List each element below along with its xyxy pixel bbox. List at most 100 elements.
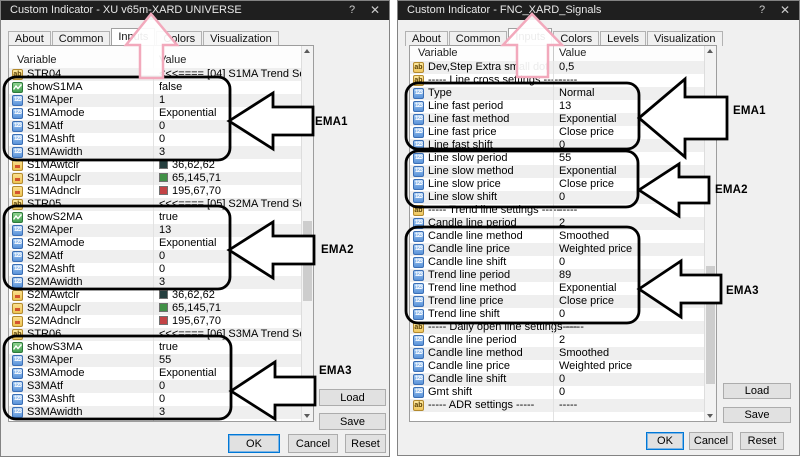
table-row[interactable]: 123 Candle line price Weighted price bbox=[410, 360, 704, 373]
column-header-variable: Variable bbox=[418, 47, 458, 59]
color-icon bbox=[12, 303, 23, 314]
table-row[interactable]: ab STR04 <<<==== [04] S1MA Trend Settings … bbox=[9, 68, 301, 81]
help-button[interactable]: ? bbox=[751, 1, 773, 20]
table-row[interactable]: 123 Trend line price Close price bbox=[410, 295, 704, 308]
table-row[interactable]: 123 Line fast period 13 bbox=[410, 100, 704, 113]
number-icon: 123 bbox=[12, 407, 23, 418]
table-row[interactable]: 123 S2MAshft 0 bbox=[9, 263, 301, 276]
table-row[interactable]: 123 Candle line shift 0 bbox=[410, 256, 704, 269]
table-row[interactable]: 123 Trend line period 89 bbox=[410, 269, 704, 282]
param-name: showS2MA bbox=[27, 211, 83, 223]
scrollbar-thumb[interactable] bbox=[706, 266, 715, 384]
table-row[interactable]: S2MAwtclr 36,62,62 bbox=[9, 289, 301, 302]
table-row[interactable]: 123 S3MAmode Exponential bbox=[9, 367, 301, 380]
table-row[interactable]: S1MAwtclr 36,62,62 bbox=[9, 159, 301, 172]
tab-colors[interactable]: Colors bbox=[553, 31, 600, 46]
tab-levels[interactable]: Levels bbox=[600, 31, 646, 46]
cancel-button[interactable]: Cancel bbox=[288, 434, 338, 453]
tab-colors[interactable]: Colors bbox=[156, 31, 203, 46]
table-row[interactable] bbox=[410, 412, 704, 421]
table-row[interactable]: 123 Candle line shift 0 bbox=[410, 373, 704, 386]
tab-visualization[interactable]: Visualization bbox=[203, 31, 279, 46]
table-row[interactable]: 123 S1MAper 1 bbox=[9, 94, 301, 107]
table-row[interactable]: 123 Line fast price Close price bbox=[410, 126, 704, 139]
scrollbar-thumb[interactable] bbox=[303, 221, 312, 301]
close-icon[interactable]: ✕ bbox=[774, 1, 796, 20]
table-row[interactable]: 123 S3MAshft 0 bbox=[9, 393, 301, 406]
table-row[interactable]: 123 Candle line period 2 bbox=[410, 334, 704, 347]
number-icon: 123 bbox=[413, 140, 424, 151]
ok-button[interactable]: OK bbox=[228, 434, 280, 453]
title-bar[interactable]: Custom Indicator - FNC_XARD_Signals ? ✕ bbox=[398, 1, 799, 20]
vertical-scrollbar[interactable] bbox=[301, 46, 313, 421]
tab-common[interactable]: Common bbox=[448, 31, 508, 46]
tab-common[interactable]: Common bbox=[51, 31, 111, 46]
table-row[interactable]: 123 S2MAtf 0 bbox=[9, 250, 301, 263]
table-row[interactable]: 123 Candle line period 2 bbox=[410, 217, 704, 230]
table-row[interactable]: ab ----- Trend line settings ----- ----- bbox=[410, 204, 704, 217]
table-row[interactable]: showS1MA false bbox=[9, 81, 301, 94]
tab-about[interactable]: About bbox=[405, 31, 448, 46]
table-row[interactable]: 123 Line slow price Close price bbox=[410, 178, 704, 191]
scroll-up-icon[interactable] bbox=[302, 46, 313, 57]
load-button[interactable]: Load bbox=[723, 383, 791, 399]
save-button[interactable]: Save bbox=[723, 407, 791, 423]
table-row[interactable]: 123 S1MAwidth 3 bbox=[9, 146, 301, 159]
scroll-down-icon[interactable] bbox=[705, 410, 716, 421]
table-row[interactable]: 123 S3MAper 55 bbox=[9, 354, 301, 367]
table-row[interactable]: S2MAupclr 65,145,71 bbox=[9, 302, 301, 315]
number-icon: 123 bbox=[413, 348, 424, 359]
table-row[interactable]: 123 Line slow shift 0 bbox=[410, 191, 704, 204]
table-row[interactable]: 123 Line slow period 55 bbox=[410, 152, 704, 165]
save-button[interactable]: Save bbox=[319, 413, 386, 430]
table-row[interactable]: S1MAupclr 65,145,71 bbox=[9, 172, 301, 185]
param-name: Candle line method bbox=[428, 230, 523, 242]
table-row[interactable]: 123 Trend line method Exponential bbox=[410, 282, 704, 295]
title-bar[interactable]: Custom Indicator - XU v65m-XARD UNIVERSE… bbox=[1, 1, 389, 20]
scroll-down-icon[interactable] bbox=[302, 410, 313, 421]
table-row[interactable]: ab ----- ADR settings ----- ----- bbox=[410, 399, 704, 412]
reset-button[interactable]: Reset bbox=[740, 432, 784, 450]
table-row[interactable]: ab ----- Daily open line settings ----- --… bbox=[410, 321, 704, 334]
table-row[interactable]: showS2MA true bbox=[9, 211, 301, 224]
table-row[interactable]: 123 Line slow method Exponential bbox=[410, 165, 704, 178]
cancel-button[interactable]: Cancel bbox=[689, 432, 733, 450]
table-row[interactable]: 123 S1MAtf 0 bbox=[9, 120, 301, 133]
tab-visualization[interactable]: Visualization bbox=[646, 31, 723, 46]
scroll-up-icon[interactable] bbox=[705, 46, 716, 57]
tab-inputs[interactable]: Inputs bbox=[508, 28, 553, 46]
table-row[interactable]: 123 Gmt shift 0 bbox=[410, 386, 704, 399]
close-icon[interactable]: ✕ bbox=[364, 1, 386, 20]
table-row[interactable]: 123 Candle line method Smoothed bbox=[410, 230, 704, 243]
table-row[interactable]: 123 S1MAmode Exponential bbox=[9, 107, 301, 120]
table-row[interactable]: 123 S2MAwidth 3 bbox=[9, 276, 301, 289]
help-button[interactable]: ? bbox=[341, 1, 363, 20]
table-row[interactable]: S1MAdnclr 195,67,70 bbox=[9, 185, 301, 198]
table-row[interactable]: 123 S2MAmode Exponential bbox=[9, 237, 301, 250]
ok-button[interactable]: OK bbox=[646, 432, 684, 450]
table-row[interactable]: ab ----- Line cross settings ----- ----- bbox=[410, 74, 704, 87]
table-row[interactable]: 123 Type Normal bbox=[410, 87, 704, 100]
table-row[interactable]: ab Dev,Step Extra small dot 0,5 bbox=[410, 61, 704, 74]
load-button[interactable]: Load bbox=[319, 389, 386, 406]
param-name: S1MAwidth bbox=[27, 146, 83, 158]
tab-about[interactable]: About bbox=[8, 31, 51, 46]
table-row[interactable]: S2MAdnclr 195,67,70 bbox=[9, 315, 301, 328]
table-row[interactable]: 123 Candle line price Weighted price bbox=[410, 243, 704, 256]
table-row[interactable]: 123 Candle line method Smoothed bbox=[410, 347, 704, 360]
table-row[interactable]: 123 S3MAtf 0 bbox=[9, 380, 301, 393]
table-row[interactable]: ab STR06 <<<==== [06] S3MA Trend Settings … bbox=[9, 328, 301, 341]
table-row[interactable]: 123 S3MAwidth 3 bbox=[9, 406, 301, 419]
table-row[interactable]: 123 Line fast method Exponential bbox=[410, 113, 704, 126]
table-row[interactable]: ab STR05 <<<==== [05] S2MA Trend Settings … bbox=[9, 198, 301, 211]
tab-inputs[interactable]: Inputs bbox=[111, 28, 156, 46]
table-row[interactable]: 123 S2MAper 13 bbox=[9, 224, 301, 237]
reset-button[interactable]: Reset bbox=[345, 434, 386, 453]
param-value: false bbox=[159, 81, 183, 93]
vertical-scrollbar[interactable] bbox=[704, 46, 716, 421]
string-icon: ab bbox=[413, 205, 424, 216]
table-row[interactable]: 123 Trend line shift 0 bbox=[410, 308, 704, 321]
table-row[interactable]: showS3MA true bbox=[9, 341, 301, 354]
table-row[interactable]: 123 Line fast shift 0 bbox=[410, 139, 704, 152]
table-row[interactable]: 123 S1MAshft 0 bbox=[9, 133, 301, 146]
